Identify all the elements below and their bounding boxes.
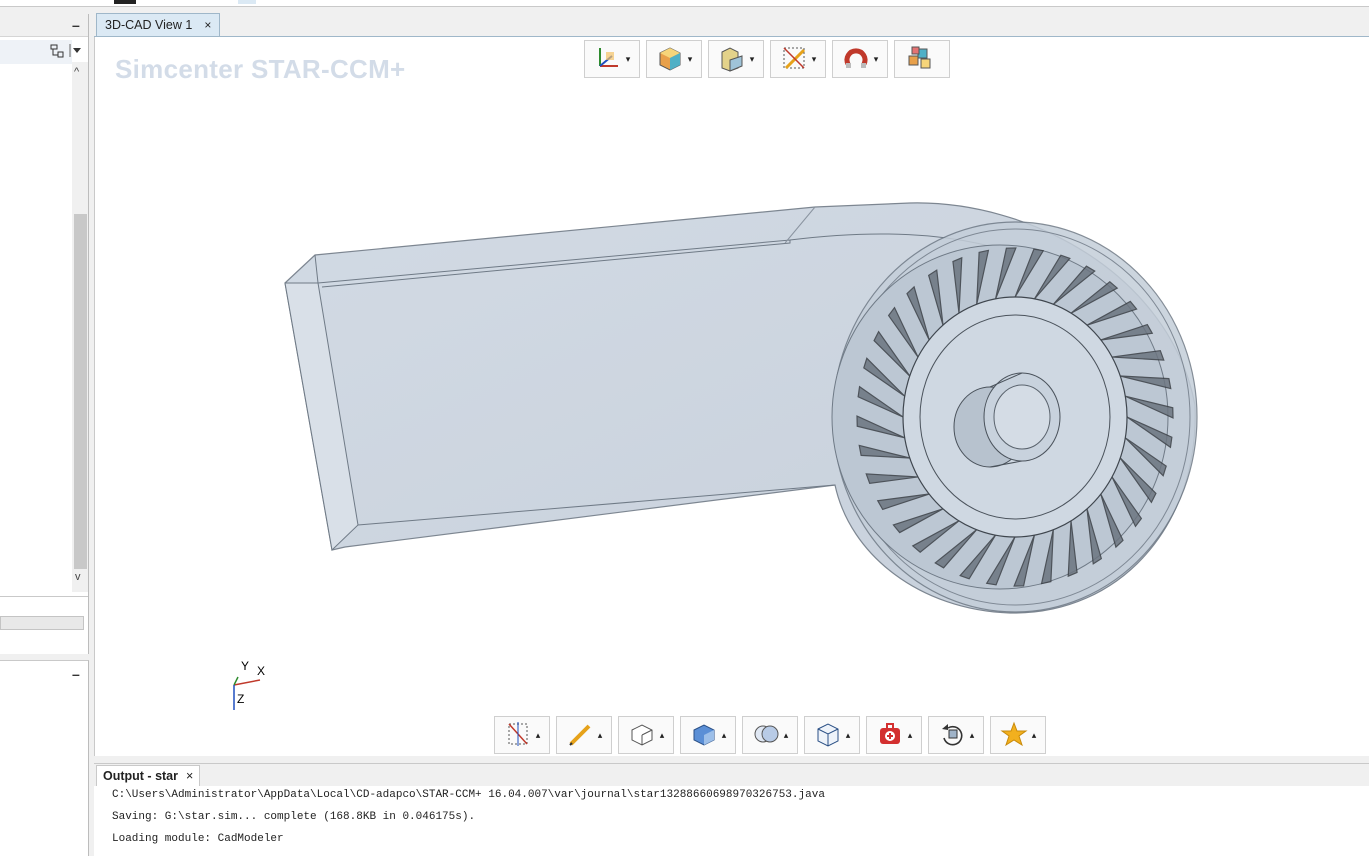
dropdown-arrow-icon[interactable]: ▾	[626, 54, 631, 65]
toolbar-button-transform[interactable]: ▴	[928, 716, 984, 754]
multi-cube-icon	[906, 44, 934, 74]
tree-scrollbar-thumb[interactable]	[74, 214, 87, 569]
output-line: C:\Users\Administrator\AppData\Local\CD-…	[112, 789, 825, 801]
magnet-icon	[842, 44, 870, 74]
toolbar-button-sketch-plane[interactable]: ▴	[494, 716, 550, 754]
dropdown-arrow-icon[interactable]: ▾	[812, 54, 817, 65]
scroll-up-icon[interactable]: ^	[74, 66, 79, 78]
cad-toolbar-bottom: ▴ ▴ ▴ ▴ ▴ ▴ ▴ ▴ ▴	[494, 716, 1052, 754]
tab-label: 3D-CAD View 1	[105, 18, 193, 32]
toolbar-button-cube[interactable]: ▴	[804, 716, 860, 754]
view-tab-bar: 3D-CAD View 1 ×	[94, 12, 1369, 37]
axis-z-label: Z	[237, 692, 244, 706]
properties-panel	[0, 686, 89, 856]
dropdown-arrow-icon[interactable]: ▾	[688, 54, 693, 65]
cube-icon	[814, 720, 842, 750]
toolbar-button-multi-cube[interactable]	[894, 40, 950, 78]
sketch-plane-icon	[504, 720, 532, 750]
dropdown-arrow-icon[interactable]: ▾	[874, 54, 879, 65]
dropdown-arrow-icon[interactable]: ▴	[784, 730, 789, 741]
close-icon[interactable]: ×	[204, 18, 211, 32]
window-top-strip	[0, 0, 1369, 7]
axis-y-label: Y	[241, 660, 249, 673]
blue-extrude-icon	[690, 720, 718, 750]
left-tree-panel-header: –	[0, 14, 88, 37]
repair-kit-icon	[876, 720, 904, 750]
dropdown-arrow-icon[interactable]: ▴	[908, 730, 913, 741]
minimize-button[interactable]: –	[72, 667, 80, 681]
colored-cube-icon	[656, 44, 684, 74]
close-icon[interactable]: ×	[186, 769, 193, 783]
view-toolbar-top: ▾ ▾ ▾ ▾ ▾	[584, 40, 956, 78]
properties-panel-header: –	[0, 660, 89, 687]
horizontal-scrollbar[interactable]	[0, 616, 84, 630]
output-panel-header	[94, 763, 1369, 786]
toolbar-button-blue-extrude[interactable]: ▴	[680, 716, 736, 754]
toolbar-button-star[interactable]: ▴	[990, 716, 1046, 754]
dropdown-arrow-icon[interactable]: ▴	[1032, 730, 1037, 741]
brand-watermark: Simcenter STAR-CCM+	[115, 54, 406, 84]
panel-divider	[0, 596, 88, 597]
extrude-icon	[628, 720, 656, 750]
pencil-icon	[566, 720, 594, 750]
star-icon	[1000, 720, 1028, 750]
coordinate-system-icon	[594, 44, 622, 74]
toolbar-button-pencil-plane[interactable]: ▾	[770, 40, 826, 78]
dropdown-arrow-icon[interactable]: ▴	[536, 730, 541, 741]
fan-model-icon[interactable]	[270, 195, 1210, 625]
toolbar-button-block-shape[interactable]: ▾	[708, 40, 764, 78]
output-line: Saving: G:\star.sim... complete (168.8KB…	[112, 811, 476, 823]
tab-3d-cad-view[interactable]: 3D-CAD View 1 ×	[96, 13, 221, 36]
block-shape-icon	[718, 44, 746, 74]
toolbar-button-coordinate-system[interactable]: ▾	[584, 40, 640, 78]
toolbar-button-pencil[interactable]: ▴	[556, 716, 612, 754]
pencil-plane-icon	[780, 44, 808, 74]
output-line: Loading module: CadModeler	[112, 833, 284, 845]
toolbar-button-boolean[interactable]: ▴	[742, 716, 798, 754]
dropdown-arrow-icon[interactable]: ▴	[660, 730, 665, 741]
axis-x-label: X	[257, 664, 265, 678]
tree-options-icon[interactable]	[50, 43, 84, 62]
toolbar-button-extrude[interactable]: ▴	[618, 716, 674, 754]
toolbar-remnant-icon	[238, 0, 256, 4]
boolean-icon	[752, 720, 780, 750]
output-tab-label: Output - star	[103, 769, 178, 783]
axis-triad: Y X Z	[233, 660, 265, 710]
toolbar-remnant-icon	[114, 0, 136, 4]
tab-output-star[interactable]: Output - star ×	[96, 765, 201, 786]
scroll-down-icon[interactable]: v	[75, 571, 81, 583]
transform-icon	[938, 720, 966, 750]
toolbar-button-magnet[interactable]: ▾	[832, 40, 888, 78]
dropdown-arrow-icon[interactable]: ▾	[750, 54, 755, 65]
dropdown-arrow-icon[interactable]: ▴	[598, 730, 603, 741]
toolbar-button-repair-kit[interactable]: ▴	[866, 716, 922, 754]
dropdown-arrow-icon[interactable]: ▴	[846, 730, 851, 741]
toolbar-button-colored-cube[interactable]: ▾	[646, 40, 702, 78]
dropdown-arrow-icon[interactable]: ▴	[970, 730, 975, 741]
minimize-button[interactable]: –	[72, 18, 80, 32]
dropdown-arrow-icon[interactable]: ▴	[722, 730, 727, 741]
